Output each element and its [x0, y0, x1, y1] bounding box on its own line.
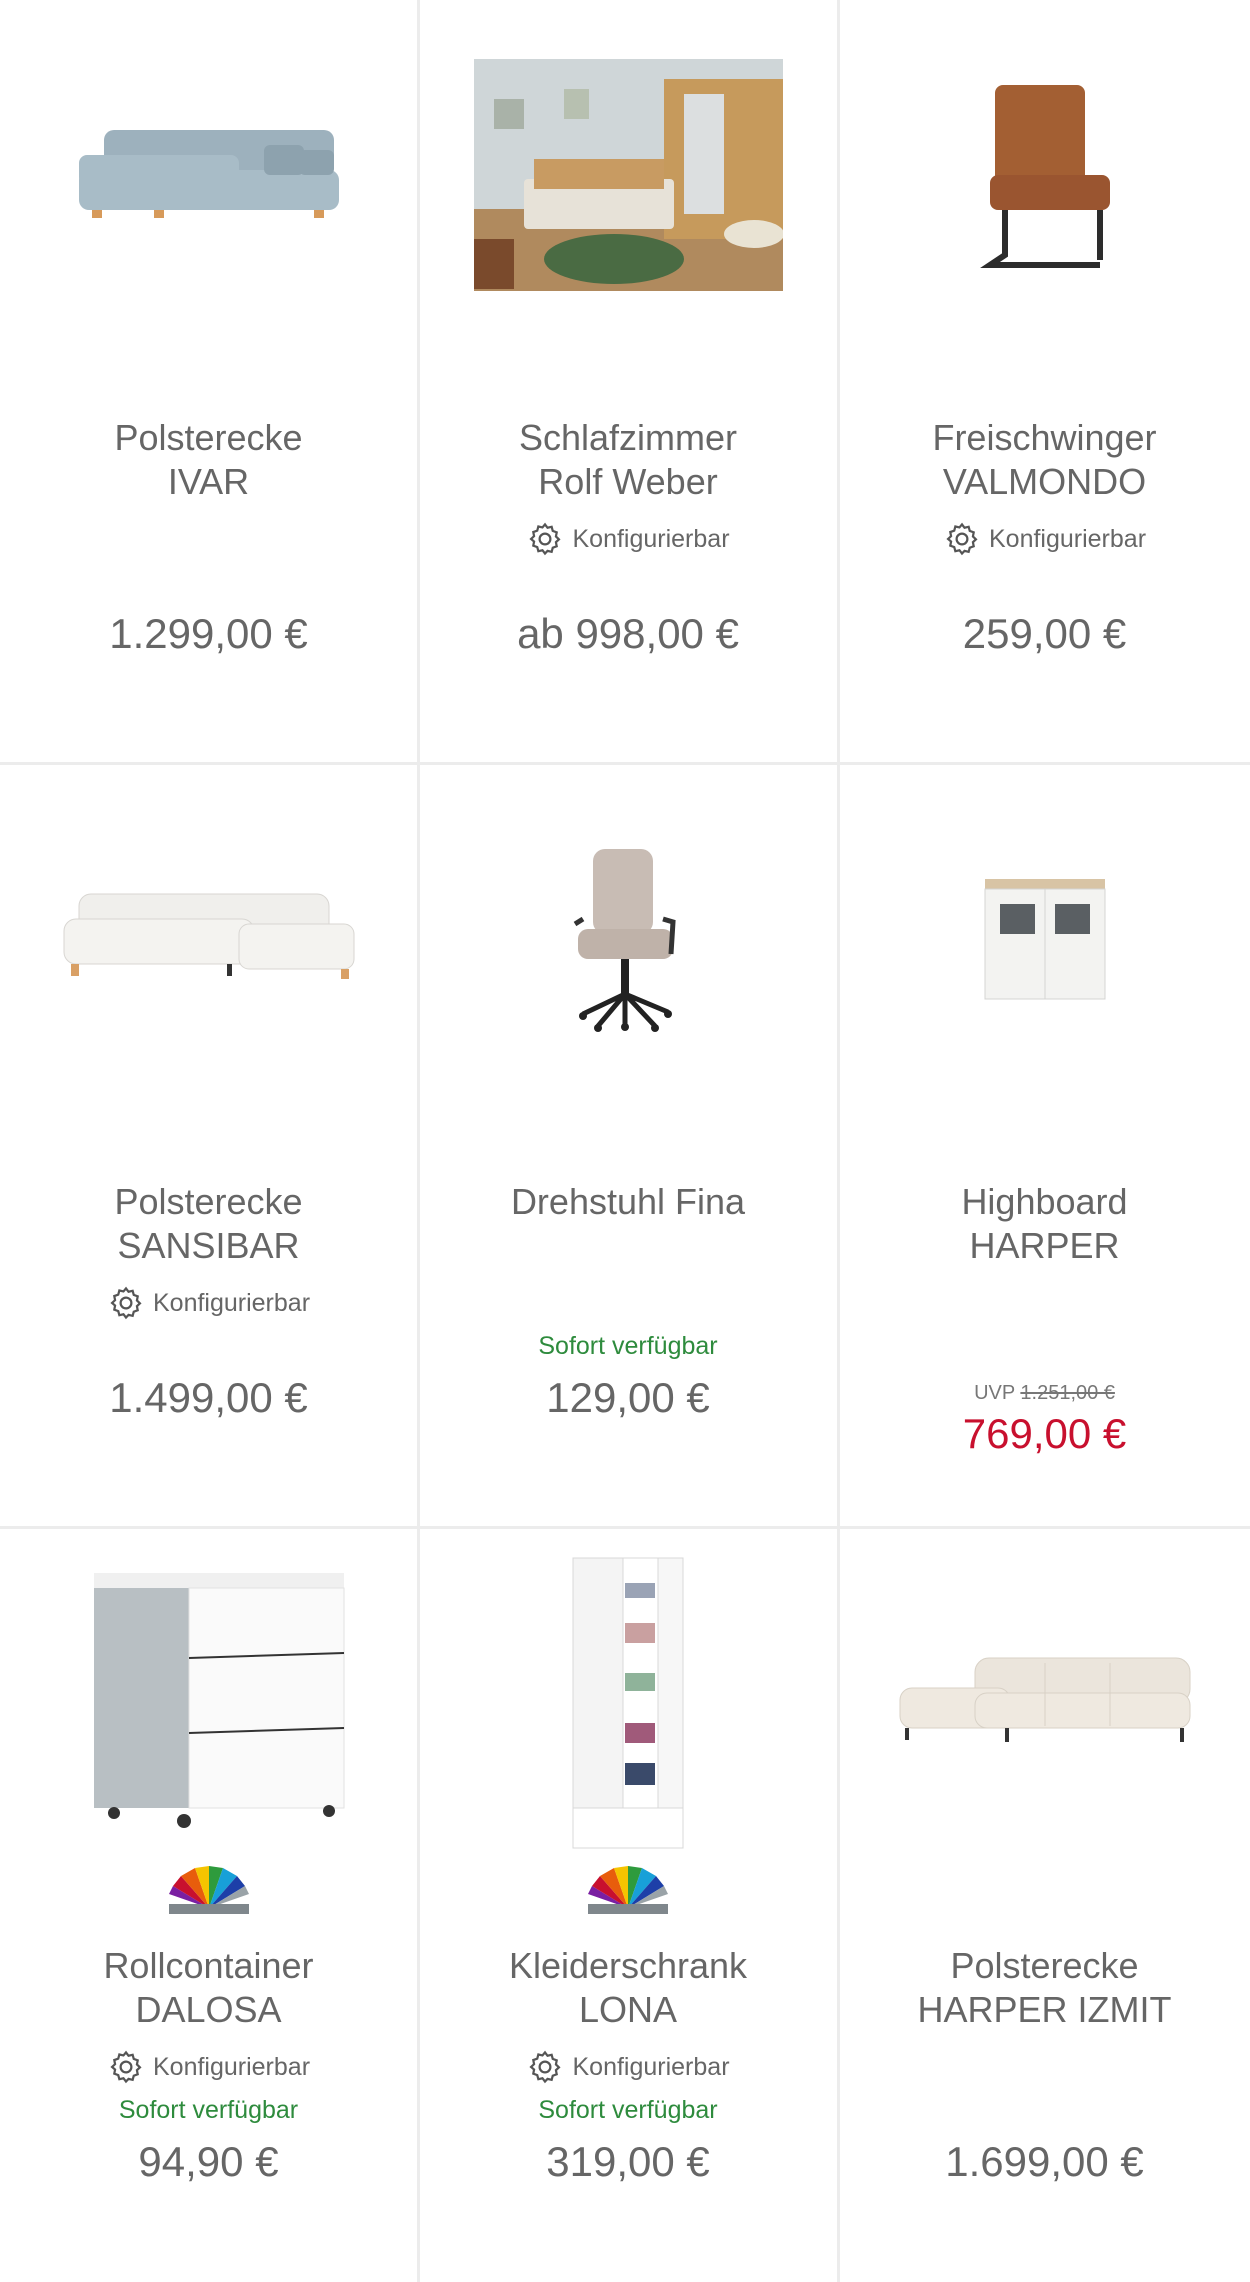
availability-label: Sofort verfügbar — [538, 1332, 718, 1360]
configurable-label: Konfigurierbar — [152, 2052, 311, 2081]
color-fan-icon — [168, 1866, 249, 1914]
bedroom-photo — [473, 59, 783, 291]
gear-icon — [110, 2050, 142, 2084]
configurable-label: Konfigurierbar — [572, 524, 730, 553]
uvp-label: UVP — [974, 1382, 1015, 1404]
product-price: 1.699,00 € — [945, 2138, 1144, 2185]
product-title-line2[interactable]: HARPER IZMIT — [849, 1988, 1240, 2032]
product-title[interactable]: Freischwinger VALMONDO — [849, 416, 1240, 504]
product-image[interactable] — [419, 1528, 837, 1878]
product-price: 94,90 € — [138, 2138, 279, 2185]
configurable-badge: Konfigurierbar — [0, 2048, 417, 2086]
office-chair-icon — [573, 849, 676, 1032]
gear-icon — [946, 522, 978, 556]
configurable-badge: Konfigurierbar — [419, 2048, 837, 2086]
product-title[interactable]: Polsterecke SANSIBAR — [10, 1180, 407, 1268]
rollcontainer-icon — [53, 1563, 364, 1843]
product-title[interactable]: Polsterecke HARPER IZMIT — [849, 1944, 1240, 2032]
product-price: 259,00 € — [962, 610, 1127, 657]
product-card-highboard-harper[interactable]: Highboard HARPER UVP 1.251,00 € 769,00 € — [839, 764, 1250, 1526]
product-title[interactable]: Rollcontainer DALOSA — [10, 1944, 407, 2032]
product-title[interactable]: Drehstuhl Fina — [429, 1180, 827, 1224]
color-swatch-badge — [0, 1864, 417, 1916]
product-title-line2[interactable]: Rolf Weber — [429, 460, 827, 504]
product-title-line2[interactable]: IVAR — [10, 460, 407, 504]
product-image[interactable] — [839, 764, 1250, 1114]
configurable-label: Konfigurierbar — [988, 524, 1147, 553]
product-title-line2[interactable]: DALOSA — [10, 1988, 407, 2032]
product-title-line1[interactable]: Schlafzimmer — [429, 416, 827, 460]
product-title-line2[interactable]: VALMONDO — [849, 460, 1240, 504]
product-title-line1[interactable]: Polsterecke — [10, 1180, 407, 1224]
product-price: 319,00 € — [546, 2138, 710, 2185]
wardrobe-icon — [572, 1557, 684, 1849]
product-price: 1.499,00 € — [109, 1374, 308, 1421]
product-price: ab 998,00 € — [517, 610, 739, 657]
product-card-polsterecke-ivar[interactable]: Polsterecke IVAR 1.299,00 € — [0, 0, 417, 762]
product-image[interactable] — [839, 1528, 1250, 1878]
highboard-icon — [984, 879, 1105, 1000]
uvp-old-price: 1.251,00 € — [1020, 1382, 1115, 1404]
product-title[interactable]: Highboard HARPER — [849, 1180, 1240, 1268]
product-title-line1[interactable]: Kleiderschrank — [429, 1944, 827, 1988]
product-title-line1[interactable]: Rollcontainer — [10, 1944, 407, 1988]
product-title[interactable]: Polsterecke IVAR — [10, 416, 407, 504]
configurable-badge: Konfigurierbar — [0, 1284, 417, 1322]
product-image[interactable] — [0, 1528, 417, 1878]
sofa-beige-icon — [899, 1657, 1190, 1742]
product-card-polsterecke-sansibar[interactable]: Polsterecke SANSIBAR Konfigurierbar 1.49… — [0, 764, 417, 1526]
uvp-price: UVP 1.251,00 € — [839, 1382, 1250, 1405]
product-image[interactable] — [839, 0, 1250, 350]
product-card-rollcontainer-dalosa[interactable]: Rollcontainer DALOSA Konfigurierbar Sofo… — [0, 1528, 417, 2282]
product-title-line2[interactable]: HARPER — [849, 1224, 1240, 1268]
sofa-grey-icon — [78, 130, 339, 218]
gear-icon — [110, 1286, 142, 1320]
product-card-drehstuhl-fina[interactable]: Drehstuhl Fina Sofort verfügbar 129,00 € — [419, 764, 837, 1526]
chair-icon — [979, 85, 1110, 268]
gear-icon — [529, 522, 562, 556]
product-grid: Polsterecke IVAR 1.299,00 € Schlafzimmer — [0, 0, 1250, 2282]
color-swatch-badge — [419, 1864, 837, 1916]
configurable-badge: Konfigurierbar — [839, 520, 1250, 558]
sofa-white-icon — [63, 893, 354, 979]
availability-label: Sofort verfügbar — [118, 2096, 299, 2124]
availability-label: Sofort verfügbar — [538, 2096, 718, 2124]
product-title-line2[interactable]: LONA — [429, 1988, 827, 2032]
product-image[interactable] — [0, 0, 417, 350]
product-card-schlafzimmer-rolf-weber[interactable]: Schlafzimmer Rolf Weber Konfigurierbar a… — [419, 0, 837, 762]
product-price: 129,00 € — [546, 1374, 710, 1421]
product-price: 1.299,00 € — [109, 610, 308, 657]
product-card-freischwinger-valmondo[interactable]: Freischwinger VALMONDO Konfigurierbar 25… — [839, 0, 1250, 762]
product-title-line1[interactable]: Polsterecke — [10, 416, 407, 460]
product-price-sale: 769,00 € — [962, 1410, 1127, 1457]
product-title[interactable]: Schlafzimmer Rolf Weber — [429, 416, 827, 504]
product-title-line2[interactable]: SANSIBAR — [10, 1224, 407, 1268]
product-image[interactable] — [419, 764, 837, 1114]
gear-icon — [529, 2050, 562, 2084]
product-title-line1[interactable]: Drehstuhl Fina — [429, 1180, 827, 1224]
product-title-line1[interactable]: Polsterecke — [849, 1944, 1240, 1988]
product-image[interactable] — [0, 764, 417, 1114]
color-fan-icon — [588, 1866, 668, 1914]
configurable-label: Konfigurierbar — [152, 1288, 311, 1317]
product-card-polsterecke-harper-izmit[interactable]: Polsterecke HARPER IZMIT 1.699,00 € — [839, 1528, 1250, 2282]
product-title[interactable]: Kleiderschrank LONA — [429, 1944, 827, 2032]
product-title-line1[interactable]: Highboard — [849, 1180, 1240, 1224]
product-card-kleiderschrank-lona[interactable]: Kleiderschrank LONA Konfigurierbar Sofor… — [419, 1528, 837, 2282]
configurable-badge: Konfigurierbar — [419, 520, 837, 558]
product-title-line1[interactable]: Freischwinger — [849, 416, 1240, 460]
configurable-label: Konfigurierbar — [572, 2052, 730, 2081]
product-image[interactable] — [419, 0, 837, 350]
